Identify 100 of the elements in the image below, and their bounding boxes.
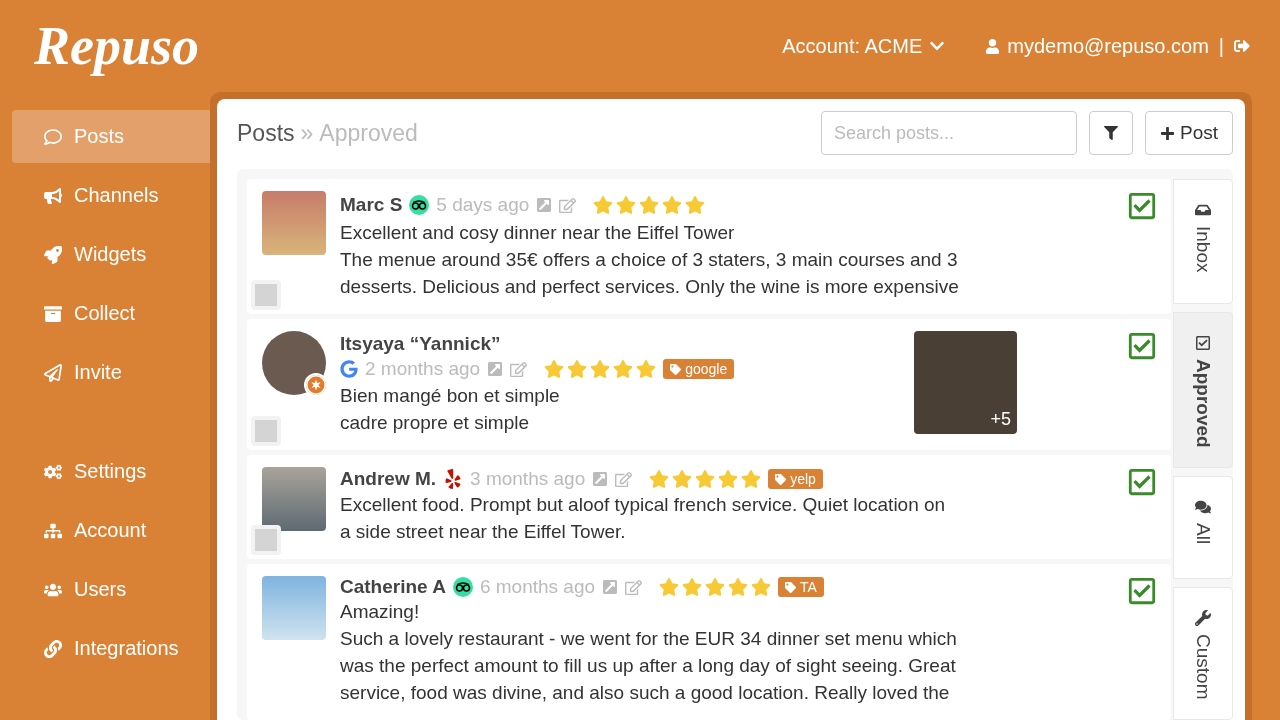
star-icon <box>659 577 680 598</box>
plus-icon <box>1159 125 1175 141</box>
select-checkbox[interactable] <box>251 280 281 310</box>
user-icon <box>985 38 1001 54</box>
star-icon <box>751 577 772 598</box>
megaphone-icon <box>44 186 62 205</box>
user-link[interactable]: mydemo@repuso.com <box>985 34 1209 58</box>
tag-label: TA <box>800 579 817 596</box>
sitemap-icon <box>44 521 62 540</box>
review-text: Such a lovely restaurant - we went for the EUR 34 dinner set menu which <box>340 627 958 652</box>
star-icon <box>613 359 634 380</box>
side-tab[interactable]: All <box>1173 476 1233 580</box>
nav-item[interactable]: Invite <box>12 346 210 399</box>
star-icon <box>695 469 716 490</box>
breadcrumb-link[interactable]: Posts <box>237 119 295 147</box>
review-text: was the perfect amount to fill us up after a long day of sight seeing. Great <box>340 654 957 679</box>
link-icon <box>44 639 62 658</box>
side-tab[interactable]: Custom <box>1173 587 1233 720</box>
post-time: 5 days ago <box>436 194 530 216</box>
author-name: Marc S <box>340 194 403 216</box>
star-icon <box>649 469 670 490</box>
review-text: Excellent food. Prompt but aloof typical french service. Quiet location on <box>340 493 947 518</box>
star-icon <box>718 469 739 490</box>
star-icon <box>593 195 614 215</box>
filter-icon <box>1103 126 1118 140</box>
avatar-photo <box>262 191 326 255</box>
author-name: Andrew M. <box>340 468 437 491</box>
gears-icon <box>44 462 62 481</box>
speech-bubble-icon <box>44 127 62 146</box>
wrench-icon <box>1195 610 1211 627</box>
logo[interactable]: Repuso <box>34 15 743 77</box>
nav-item[interactable]: Integrations <box>12 622 210 675</box>
review-text: desserts. Delicious and perfect services. Only the wine is more expensive <box>340 275 960 299</box>
select-checkbox[interactable] <box>251 525 281 556</box>
side-tab[interactable]: Approved <box>1173 312 1233 469</box>
avatar-photo <box>262 466 326 531</box>
owl-icon <box>452 577 473 598</box>
page-title: Approved <box>319 119 418 147</box>
chat-bubbles-icon <box>1195 499 1211 516</box>
paper-plane-icon <box>44 363 62 382</box>
post-time: 3 months ago <box>470 468 586 491</box>
nav-item[interactable]: Settings <box>12 445 210 498</box>
post-time: 2 months ago <box>365 358 481 381</box>
tag-icon <box>785 581 797 593</box>
external-link-icon[interactable] <box>602 579 619 596</box>
filter-button[interactable] <box>1088 111 1133 155</box>
checkbox-icon <box>1195 335 1211 352</box>
star-icon <box>685 195 706 215</box>
approved-checkbox[interactable] <box>1127 331 1157 361</box>
edit-icon[interactable] <box>559 196 577 214</box>
owl-icon <box>409 195 430 215</box>
photo-count: +5 <box>990 409 1011 430</box>
edit-icon[interactable] <box>625 578 643 596</box>
inbox-icon <box>1195 202 1211 218</box>
review-text: The menue around 35€ offers a choice of 3 staters, 3 main courses and 3 <box>340 248 959 272</box>
external-link-icon[interactable] <box>592 471 609 488</box>
tag-label: google <box>685 361 728 378</box>
star-icon <box>741 469 762 490</box>
separator: | <box>1218 34 1224 58</box>
select-checkbox[interactable] <box>251 415 281 446</box>
logout-icon[interactable] <box>1234 38 1250 54</box>
account-dropdown[interactable]: Account: ACME <box>782 34 946 58</box>
nav-item[interactable]: Posts <box>12 110 210 163</box>
approved-checkbox[interactable] <box>1127 191 1157 221</box>
search-field[interactable]: Search posts... <box>820 111 1077 155</box>
edit-icon[interactable] <box>615 470 633 488</box>
avatar-photo <box>262 576 326 641</box>
nav-item[interactable]: Users <box>12 563 210 616</box>
approved-checkbox[interactable] <box>1127 576 1157 607</box>
review-text: service, food was divine, and also such a good location. Really loved the <box>340 681 951 706</box>
star-icon <box>616 195 637 215</box>
review-text: cadre propre et simple <box>340 410 531 435</box>
approved-checkbox[interactable] <box>1127 466 1157 497</box>
nav-item[interactable]: Channels <box>12 169 210 222</box>
star-icon <box>567 359 588 380</box>
tag-icon <box>670 363 682 375</box>
nav-item[interactable]: Widgets <box>12 228 210 281</box>
new-post-button[interactable]: Post <box>1144 111 1233 155</box>
review-text: Excellent and cosy dinner near the Eiffel Tower <box>340 221 736 245</box>
tag-icon <box>775 473 787 485</box>
star-icon <box>544 359 565 380</box>
review-text: Bien mangé bon et simple <box>340 383 561 408</box>
star-icon <box>705 577 726 598</box>
star-icon <box>636 359 657 380</box>
review-text: Amazing! <box>340 600 421 625</box>
badge-icon <box>306 372 326 398</box>
external-link-icon[interactable] <box>536 197 553 213</box>
archive-box-icon <box>44 304 62 323</box>
external-link-icon[interactable] <box>487 361 504 378</box>
photo-placeholder[interactable]: +5 <box>914 331 1017 434</box>
tag-label: yelp <box>790 471 816 488</box>
side-tab[interactable]: Inbox <box>1173 179 1233 305</box>
star-icon <box>728 577 749 598</box>
rocket-icon <box>44 245 62 264</box>
nav-item[interactable]: Collect <box>12 287 210 340</box>
edit-icon[interactable] <box>510 360 528 378</box>
author-name: Itsyaya “Yannick” <box>340 332 501 355</box>
nav-item[interactable]: Account <box>12 504 210 557</box>
google-icon <box>340 360 358 379</box>
star-icon <box>662 195 683 215</box>
